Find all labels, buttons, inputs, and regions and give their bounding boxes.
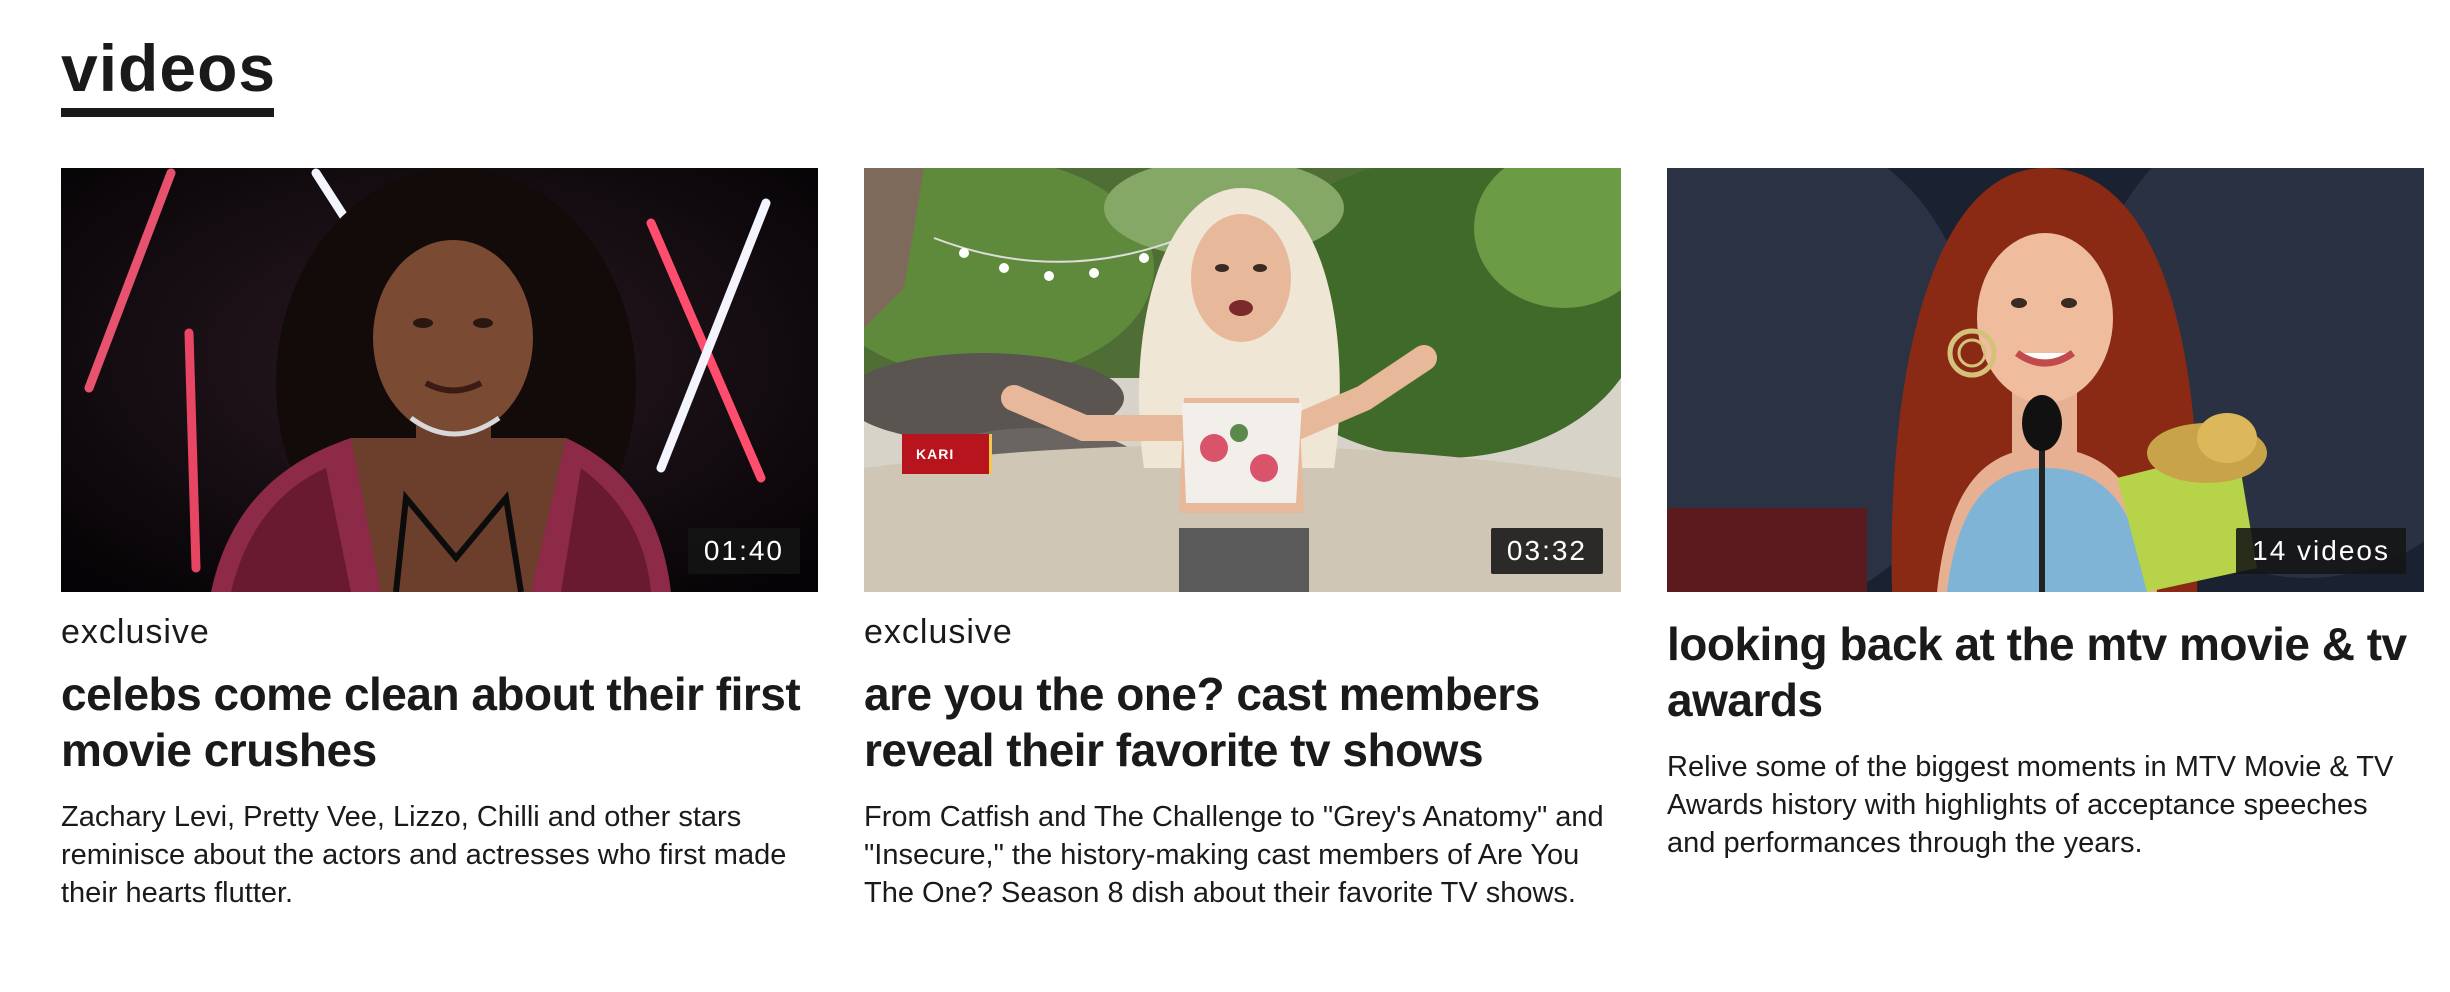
video-card[interactable]: 01:40 exclusive celebs come clean about …: [61, 168, 818, 912]
card-headline[interactable]: looking back at the mtv movie & tv award…: [1667, 616, 2424, 728]
card-headline[interactable]: celebs come clean about their first movi…: [61, 666, 818, 778]
section-title-underline: [61, 108, 274, 117]
duration-badge: 03:32: [1490, 528, 1603, 574]
duration-badge: 01:40: [687, 528, 800, 574]
card-description: From Catfish and The Challenge to "Grey'…: [864, 801, 1604, 909]
playlist-card[interactable]: 14 videos looking back at the mtv movie …: [1667, 168, 2424, 862]
card-eyebrow: exclusive: [61, 613, 210, 651]
video-thumbnail[interactable]: 14 videos: [1667, 168, 2424, 592]
lower-third-name-tag: KARI: [902, 434, 992, 474]
playlist-count-badge: 14 videos: [2236, 528, 2406, 574]
video-card[interactable]: KARI 03:32 exclusive are you the one? ca…: [864, 168, 1621, 912]
section-title: videos: [61, 31, 277, 105]
card-description: Relive some of the biggest moments in MT…: [1667, 751, 2394, 859]
card-headline[interactable]: are you the one? cast members reveal the…: [864, 666, 1621, 778]
video-thumbnail[interactable]: 01:40: [61, 168, 818, 592]
card-description: Zachary Levi, Pretty Vee, Lizzo, Chilli …: [61, 801, 787, 909]
card-eyebrow: exclusive: [864, 613, 1013, 651]
video-thumbnail[interactable]: KARI 03:32: [864, 168, 1621, 592]
